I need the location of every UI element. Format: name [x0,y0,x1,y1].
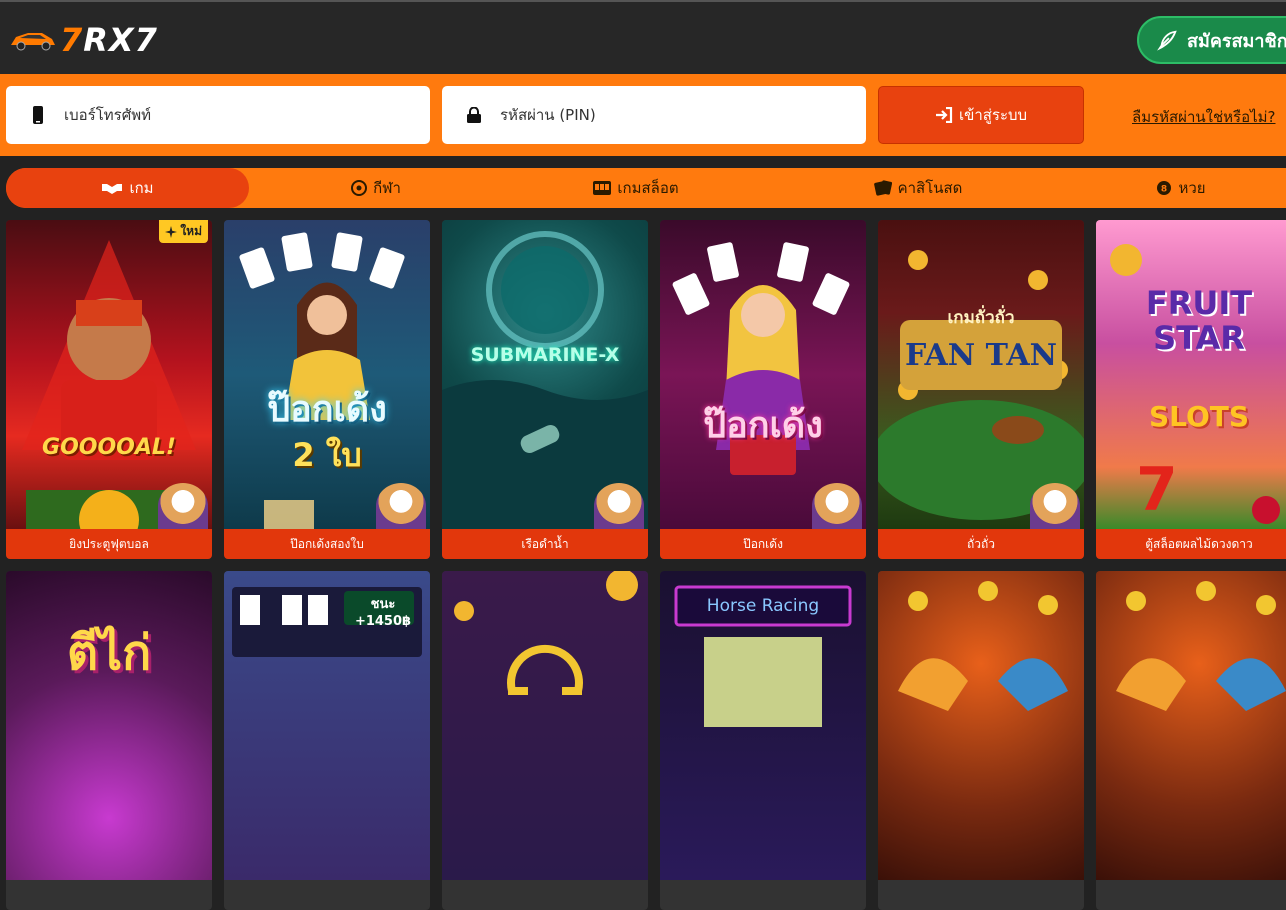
provider-mascot-icon [594,483,644,529]
game-label: ตู้สล็อตผลไม้ดวงดาว [1096,529,1286,559]
sparkle-icon [165,225,178,238]
game-label: ถั่วถั่ว [878,529,1084,559]
tab-slots-label: เกมสล็อต [617,179,679,197]
game-subtitle-art: SLOTS [1148,400,1250,433]
game-thumbnail [878,571,1084,880]
game-title-art: FRUIT STAR [1145,284,1253,358]
game-card[interactable] [1096,571,1286,910]
game-card[interactable]: ป๊อกเด้ง ป๊อกเด้ง [660,220,866,559]
game-label: ยิงประตูฟุตบอล [6,529,212,559]
provider-mascot-icon [158,483,208,529]
lottery-ball-icon: 8 [1157,181,1172,195]
new-badge-label: ใหม่ [180,224,202,238]
car-logo-icon [8,27,58,53]
pin-field[interactable] [442,86,866,144]
provider-mascot-icon [812,483,862,529]
phone-input[interactable] [64,106,404,124]
feather-icon [1157,30,1177,51]
game-card[interactable] [878,571,1084,910]
game-subtitle-art: 2 ใบ [292,436,362,474]
tab-slots[interactable]: เกมสล็อต [586,168,686,208]
login-button[interactable]: เข้าสู่ระบบ [878,86,1084,144]
game-label: ป๊อกเด้งสองใบ [224,529,430,559]
sign-in-icon [935,107,953,123]
login-bar [0,74,1286,156]
game-thumbnail: ป๊อกเด้ง 2 ใบ [224,220,430,529]
top-bar: 7RX7 สมัครสมาชิก [0,0,1286,74]
game-card[interactable]: ชนะ +1450฿ [224,571,430,910]
game-thumbnail: ตีไก่ [6,571,212,880]
category-tabs: เกม กีฬา เกมสล็อต คาสิโนสด 8 หวย [6,168,1286,208]
game-thumbnail: 7 FRUIT STAR SLOTS [1096,220,1286,529]
tab-games-label: เกม [129,179,154,197]
tab-sports-label: กีฬา [373,179,401,197]
game-card[interactable]: Horse Racing [660,571,866,910]
register-button[interactable]: สมัครสมาชิก [1137,16,1286,64]
logo-wordmark: 7RX7 [60,21,158,59]
game-thumbnail [442,571,648,880]
tab-live-casino[interactable]: คาสิโนสด [868,168,968,208]
provider-mascot-icon [1030,483,1080,529]
game-title-art: ป๊อกเด้ง [267,389,387,430]
game-label: เรือดำน้ำ [442,529,648,559]
svg-text:7: 7 [1136,455,1178,525]
tab-lottery[interactable]: 8 หวย [1146,168,1216,208]
phone-icon [18,106,58,124]
game-thumbnail: Horse Racing [660,571,866,880]
slot-machine-icon [593,181,612,195]
game-title-art: FAN TAN [904,338,1058,373]
game-label: ป๊อกเด้ง [660,529,866,559]
game-card[interactable]: 7 FRUIT STAR SLOTS ตู้สล็อตผลไม้ดวงดาว [1096,220,1286,559]
game-card[interactable]: ตีไก่ [6,571,212,910]
login-label: เข้าสู่ระบบ [958,106,1028,124]
game-subtitle-art: เกมถั่วถั่ว [947,308,1015,328]
game-thumbnail: GOOOOAL! ใหม่ [6,220,212,529]
game-card[interactable]: SUBMARINE-X เรือดำน้ำ [442,220,648,559]
game-title-art: ป๊อกเด้ง [703,405,823,446]
game-thumbnail: SUBMARINE-X [442,220,648,529]
tab-live-casino-label: คาสิโนสด [897,179,963,197]
provider-mascot-icon [376,483,426,529]
new-badge: ใหม่ [159,220,208,243]
game-title-art: SUBMARINE-X [470,344,620,366]
game-card[interactable] [442,571,648,910]
game-thumbnail: ชนะ +1450฿ [224,571,430,880]
tab-lottery-label: หวย [1178,179,1206,197]
phone-field[interactable] [6,86,430,144]
game-thumbnail [1096,571,1286,880]
game-thumbnail: ป๊อกเด้ง [660,220,866,529]
lock-icon [454,107,494,123]
game-title-art: GOOOOAL! [42,435,176,460]
forgot-password-link[interactable]: ลืมรหัสผ่านใช่หรือไม่? [1132,105,1276,129]
site-logo[interactable]: 7RX7 [8,20,158,60]
pin-input[interactable] [500,106,840,124]
game-card[interactable]: ป๊อกเด้ง 2 ใบ ป๊อกเด้งสองใบ [224,220,430,559]
soccer-ball-icon [351,180,368,196]
svg-text:8: 8 [1161,185,1167,195]
tab-games[interactable]: เกม [6,168,249,208]
game-card[interactable]: GOOOOAL! ใหม่ ยิงประตูฟุตบอล [6,220,212,559]
tab-sports[interactable]: กีฬา [336,168,416,208]
game-thumbnail: เกมถั่วถั่ว FAN TAN [878,220,1084,529]
game-title-art: ชนะ +1450฿ [354,597,412,629]
game-card[interactable]: เกมถั่วถั่ว FAN TAN ถั่วถั่ว [878,220,1084,559]
cards-icon [873,180,892,196]
handshake-icon [102,184,123,194]
game-title-art: ตีไก่ [66,625,152,681]
game-title-art: Horse Racing [706,596,820,616]
register-label: สมัครสมาชิก [1187,30,1286,52]
